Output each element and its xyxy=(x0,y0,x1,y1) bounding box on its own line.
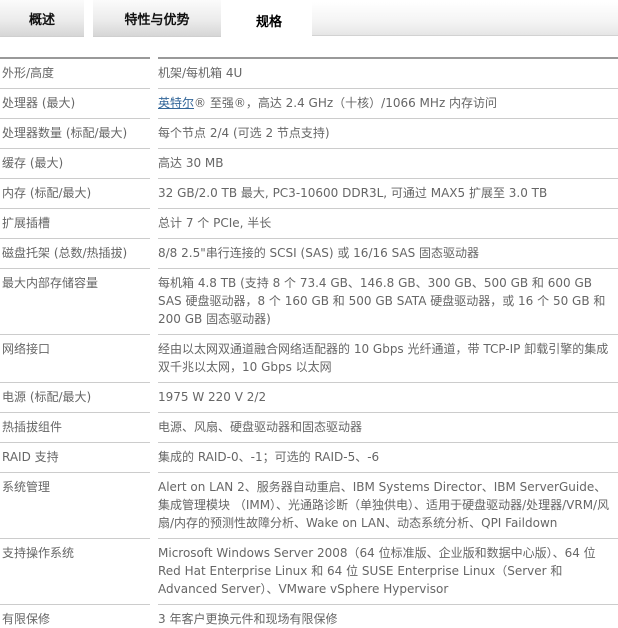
spec-label: 内存 (标配/最大) xyxy=(0,179,150,209)
spec-label: 支持操作系统 xyxy=(0,539,150,605)
spec-label: 处理器数量 (标配/最大) xyxy=(0,119,150,149)
tab-specs[interactable]: 规格 xyxy=(230,0,308,40)
spec-label: 热插拔组件 xyxy=(0,413,150,443)
spec-value-text: ® 至强®，高达 2.4 GHz（十核）/1066 MHz 内存访问 xyxy=(194,96,497,110)
spec-row: RAID 支持 集成的 RAID-0、-1；可选的 RAID-5、-6 xyxy=(0,443,618,473)
column-gap xyxy=(150,539,158,605)
spec-table: 外形/高度 机架/每机箱 4U 处理器 (最大) 英特尔® 至强®，高达 2.4… xyxy=(0,57,618,628)
spec-label: 缓存 (最大) xyxy=(0,149,150,179)
spec-row: 支持操作系统 Microsoft Windows Server 2008（64 … xyxy=(0,539,618,605)
spec-value: 高达 30 MB xyxy=(158,149,618,179)
tab-divider xyxy=(84,0,93,37)
spec-row: 外形/高度 机架/每机箱 4U xyxy=(0,57,618,89)
spec-row: 网络接口 经由以太网双通道融合网络适配器的 10 Gbps 光纤通道，带 TCP… xyxy=(0,335,618,383)
spec-row: 热插拔组件 电源、风扇、硬盘驱动器和固态驱动器 xyxy=(0,413,618,443)
spec-value: 经由以太网双通道融合网络适配器的 10 Gbps 光纤通道，带 TCP-IP 卸… xyxy=(158,335,618,383)
spec-value: 集成的 RAID-0、-1；可选的 RAID-5、-6 xyxy=(158,443,618,473)
spec-value: 总计 7 个 PCIe, 半长 xyxy=(158,209,618,239)
spec-row: 有限保修 3 年客户更换元件和现场有限保修 xyxy=(0,605,618,628)
tab-bar: 概述 特性与优势 规格 xyxy=(0,0,618,40)
spec-label: 电源 (标配/最大) xyxy=(0,383,150,413)
tab-features[interactable]: 特性与优势 xyxy=(93,0,221,37)
column-gap xyxy=(150,149,158,179)
spec-page: 概述 特性与优势 规格 外形/高度 机架/每机箱 4U 处理器 (最大) 英特尔… xyxy=(0,0,618,628)
column-gap xyxy=(150,179,158,209)
column-gap xyxy=(150,209,158,239)
spec-label: 磁盘托架 (总数/热插拔) xyxy=(0,239,150,269)
spec-value: 每个节点 2/4 (可选 2 节点支持) xyxy=(158,119,618,149)
spec-row: 缓存 (最大) 高达 30 MB xyxy=(0,149,618,179)
spec-row: 处理器 (最大) 英特尔® 至强®，高达 2.4 GHz（十核）/1066 MH… xyxy=(0,89,618,119)
spec-row: 系统管理 Alert on LAN 2、服务器自动重启、IBM Systems … xyxy=(0,473,618,539)
spec-label: 最大内部存储容量 xyxy=(0,269,150,335)
spec-row: 电源 (标配/最大) 1975 W 220 V 2/2 xyxy=(0,383,618,413)
intel-link[interactable]: 英特尔 xyxy=(158,96,194,110)
column-gap xyxy=(150,605,158,628)
tab-overview[interactable]: 概述 xyxy=(0,0,84,37)
spec-value: Alert on LAN 2、服务器自动重启、IBM Systems Direc… xyxy=(158,473,618,539)
column-gap xyxy=(150,119,158,149)
spec-value: 1975 W 220 V 2/2 xyxy=(158,383,618,413)
spec-value: Microsoft Windows Server 2008（64 位标准版、企业… xyxy=(158,539,618,605)
spec-value: 每机箱 4.8 TB (支持 8 个 73.4 GB、146.8 GB、300 … xyxy=(158,269,618,335)
column-gap xyxy=(150,335,158,383)
column-gap xyxy=(150,239,158,269)
spec-label: 外形/高度 xyxy=(0,57,150,89)
spec-value: 机架/每机箱 4U xyxy=(158,57,618,89)
spec-label: 有限保修 xyxy=(0,605,150,628)
column-gap xyxy=(150,443,158,473)
column-gap xyxy=(150,89,158,119)
spec-label: 网络接口 xyxy=(0,335,150,383)
spec-row: 内存 (标配/最大) 32 GB/2.0 TB 最大, PC3-10600 DD… xyxy=(0,179,618,209)
spec-value: 8/8 2.5"串行连接的 SCSI (SAS) 或 16/16 SAS 固态驱… xyxy=(158,239,618,269)
spec-label: 处理器 (最大) xyxy=(0,89,150,119)
spec-label: RAID 支持 xyxy=(0,443,150,473)
spec-row: 处理器数量 (标配/最大) 每个节点 2/4 (可选 2 节点支持) xyxy=(0,119,618,149)
spec-row: 磁盘托架 (总数/热插拔) 8/8 2.5"串行连接的 SCSI (SAS) 或… xyxy=(0,239,618,269)
spec-label: 系统管理 xyxy=(0,473,150,539)
column-gap xyxy=(150,413,158,443)
spec-value: 32 GB/2.0 TB 最大, PC3-10600 DDR3L, 可通过 MA… xyxy=(158,179,618,209)
spec-value: 英特尔® 至强®，高达 2.4 GHz（十核）/1066 MHz 内存访问 xyxy=(158,89,618,119)
spec-value: 3 年客户更换元件和现场有限保修 xyxy=(158,605,618,628)
column-gap xyxy=(150,57,158,89)
spec-value: 电源、风扇、硬盘驱动器和固态驱动器 xyxy=(158,413,618,443)
column-gap xyxy=(150,383,158,413)
tab-divider xyxy=(221,0,230,37)
spec-label: 扩展插槽 xyxy=(0,209,150,239)
spec-row: 最大内部存储容量 每机箱 4.8 TB (支持 8 个 73.4 GB、146.… xyxy=(0,269,618,335)
column-gap xyxy=(150,473,158,539)
tab-bar-filler xyxy=(312,2,618,36)
spec-row: 扩展插槽 总计 7 个 PCIe, 半长 xyxy=(0,209,618,239)
column-gap xyxy=(150,269,158,335)
